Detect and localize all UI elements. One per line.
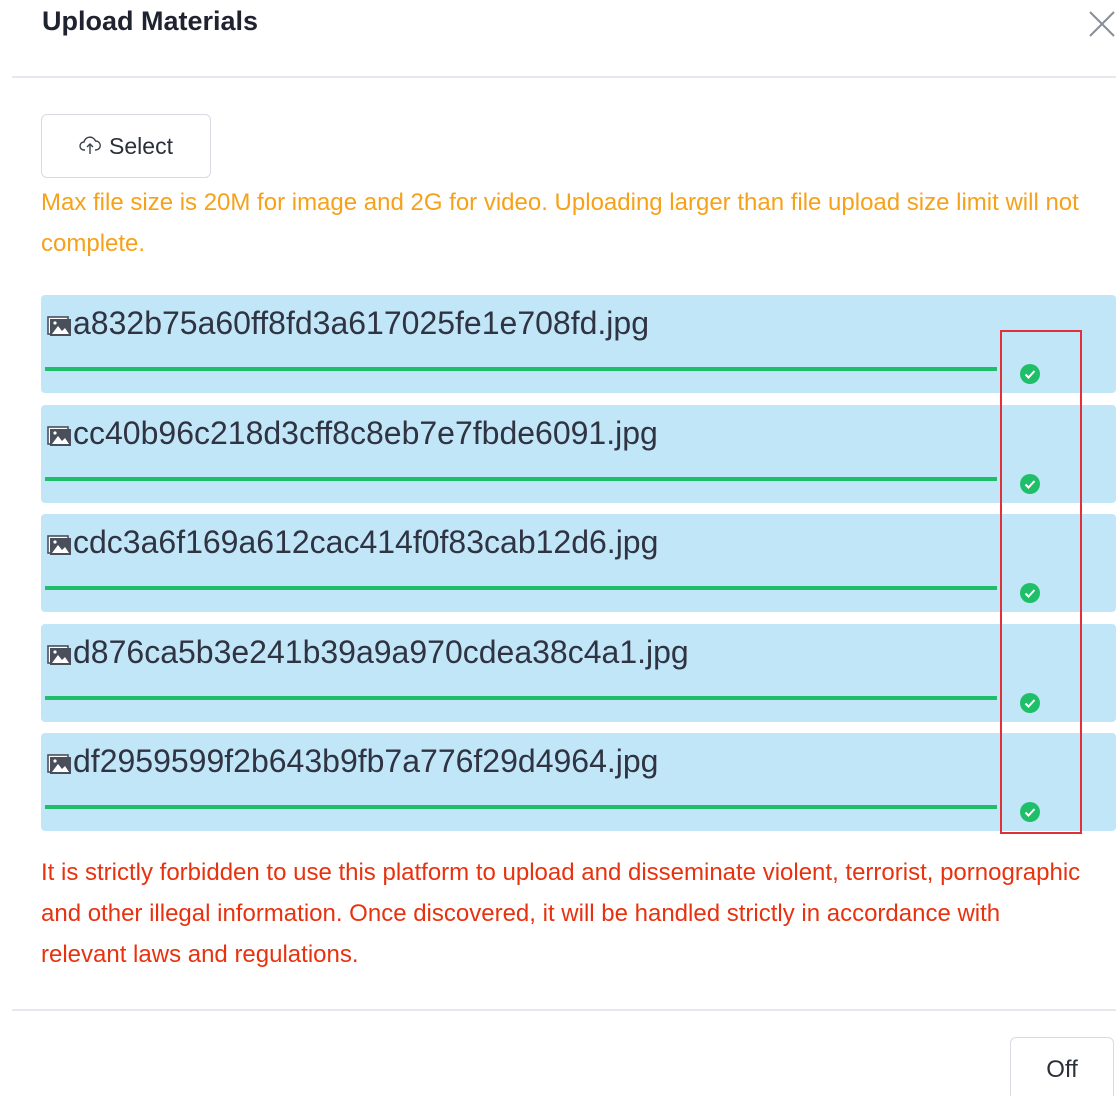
- upload-progress-fill: [45, 695, 997, 700]
- upload-progress-fill: [45, 367, 997, 371]
- off-button-label: Off: [1046, 1056, 1078, 1083]
- footer-divider: [12, 1009, 1116, 1011]
- file-name: d876ca5b3e241b39a9a970cdea38c4a1.jpg: [73, 633, 689, 670]
- cloud-upload-icon: [79, 136, 101, 154]
- close-icon: [1089, 11, 1115, 37]
- image-file-icon: [47, 425, 71, 446]
- content-policy-warning: It is strictly forbidden to use this pla…: [41, 859, 1081, 968]
- check-circle-icon: [1020, 802, 1040, 822]
- check-circle-icon: [1020, 473, 1040, 494]
- check-circle-icon: [1020, 364, 1040, 384]
- upload-progress-bar: [45, 367, 997, 371]
- check-circle-icon: [1020, 692, 1040, 713]
- image-file-icon: [47, 754, 71, 774]
- file-name: df2959599f2b643b9fb7a776f29d4964.jpg: [73, 743, 659, 779]
- upload-progress-bar: [45, 695, 997, 700]
- upload-progress-fill: [45, 586, 997, 590]
- upload-progress-bar: [45, 805, 997, 809]
- file-item[interactable]: a832b75a60ff8fd3a617025fe1e708fd.jpg: [41, 295, 1116, 393]
- dialog-title: Upload Materials: [42, 6, 259, 36]
- file-size-note: Max file size is 20M for image and 2G fo…: [41, 189, 1079, 257]
- off-button[interactable]: Off: [1010, 1037, 1114, 1096]
- select-button[interactable]: Select: [41, 114, 211, 178]
- file-name: cc40b96c218d3cff8c8eb7e7fbde6091.jpg: [73, 414, 658, 451]
- file-item[interactable]: cdc3a6f169a612cac414f0f83cab12d6.jpg: [41, 514, 1116, 612]
- check-circle-icon: [1020, 583, 1040, 603]
- file-item[interactable]: df2959599f2b643b9fb7a776f29d4964.jpg: [41, 733, 1116, 831]
- select-button-label: Select: [109, 132, 173, 159]
- upload-progress-fill: [45, 805, 997, 809]
- header-divider: [12, 76, 1116, 78]
- dialog-header: Upload Materials: [0, 0, 1116, 78]
- image-file-icon: [47, 316, 71, 336]
- close-button[interactable]: [1086, 4, 1116, 40]
- upload-materials-dialog: Upload Materials Select Max file size is…: [0, 0, 1116, 1096]
- upload-progress-fill: [45, 476, 997, 481]
- upload-progress-bar: [45, 476, 997, 481]
- upload-progress-bar: [45, 586, 997, 590]
- file-list: a832b75a60ff8fd3a617025fe1e708fd.jpg cc40…: [41, 295, 1116, 843]
- image-file-icon: [47, 644, 71, 665]
- image-file-icon: [47, 535, 71, 555]
- file-item[interactable]: d876ca5b3e241b39a9a970cdea38c4a1.jpg: [41, 623, 1116, 722]
- file-item[interactable]: cc40b96c218d3cff8c8eb7e7fbde6091.jpg: [41, 404, 1116, 503]
- file-name: a832b75a60ff8fd3a617025fe1e708fd.jpg: [73, 305, 649, 341]
- file-name: cdc3a6f169a612cac414f0f83cab12d6.jpg: [73, 524, 659, 560]
